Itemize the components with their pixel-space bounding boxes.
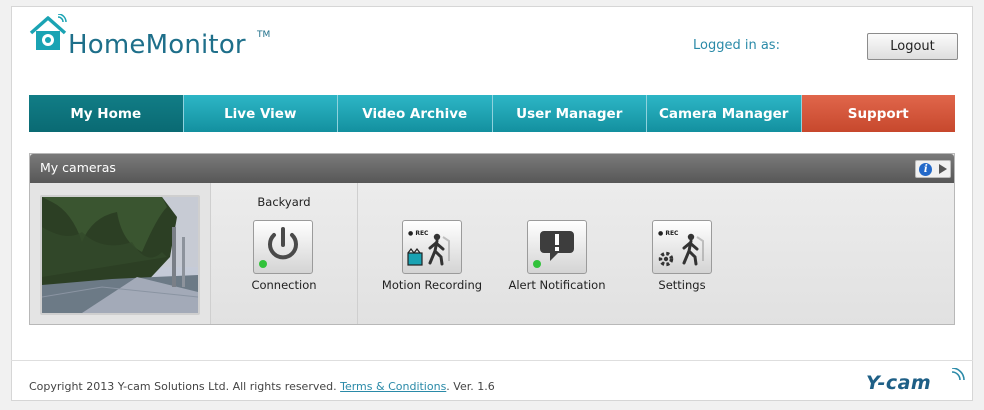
play-icon[interactable] — [938, 164, 947, 174]
ycam-logo[interactable]: Y-cam — [866, 368, 970, 396]
alert-notification-label: Alert Notification — [508, 278, 606, 292]
footer-copyright: Copyright 2013 Y-cam Solutions Ltd. All … — [29, 380, 495, 393]
version-text: . Ver. 1.6 — [446, 380, 495, 393]
tab-video-archive[interactable]: Video Archive — [338, 95, 493, 132]
tab-my-home[interactable]: My Home — [29, 95, 184, 132]
connection-label: Connection — [251, 278, 317, 292]
motion-recording-label: Motion Recording — [381, 278, 483, 292]
camera-thumbnail-column — [30, 183, 211, 324]
ycam-logo-text: Y-cam — [866, 372, 932, 394]
tab-live-view[interactable]: Live View — [183, 95, 338, 132]
motion-recording-icon — [407, 233, 450, 266]
trademark: TM — [257, 30, 271, 40]
camera-snapshot[interactable] — [40, 195, 200, 315]
connection-status-indicator — [259, 260, 267, 268]
features-column: ● REC Motion Recording Alert Notificatio… — [358, 183, 954, 324]
settings-label: Settings — [658, 278, 706, 292]
footer-divider — [11, 360, 973, 361]
copyright-text: Copyright 2013 Y-cam Solutions Ltd. All … — [29, 380, 337, 393]
alert-notification-button[interactable] — [527, 220, 587, 274]
logout-button[interactable]: Logout — [867, 33, 958, 60]
logo-text: HomeMonitor — [68, 30, 246, 60]
tab-camera-manager[interactable]: Camera Manager — [647, 95, 802, 132]
camera-name: Backyard — [257, 195, 311, 209]
backyard-snapshot-image — [42, 197, 198, 313]
my-cameras-panel: My cameras i Backyard Connection ● REC M… — [29, 153, 955, 325]
tab-support[interactable]: Support — [801, 95, 955, 132]
wireless-icon — [951, 368, 965, 381]
motion-recording-button[interactable]: ● REC — [402, 220, 462, 274]
logged-in-label: Logged in as: — [693, 38, 780, 53]
info-icon[interactable]: i — [919, 162, 933, 176]
panel-title: My cameras — [40, 160, 116, 175]
terms-link[interactable]: Terms & Conditions — [340, 380, 446, 393]
homemonitor-logo[interactable]: HomeMonitor TM — [28, 14, 278, 66]
panel-header: My cameras i — [30, 154, 954, 183]
main-nav: My Home Live View Video Archive User Man… — [29, 95, 955, 132]
tab-user-manager[interactable]: User Manager — [492, 95, 647, 132]
settings-button[interactable]: ● REC — [652, 220, 712, 274]
settings-icon — [658, 233, 704, 267]
connection-button[interactable] — [253, 220, 313, 274]
alert-status-indicator — [533, 260, 541, 268]
house-camera-icon — [29, 14, 67, 50]
connection-column: Backyard Connection — [211, 183, 358, 324]
panel-controls[interactable]: i — [915, 160, 951, 178]
